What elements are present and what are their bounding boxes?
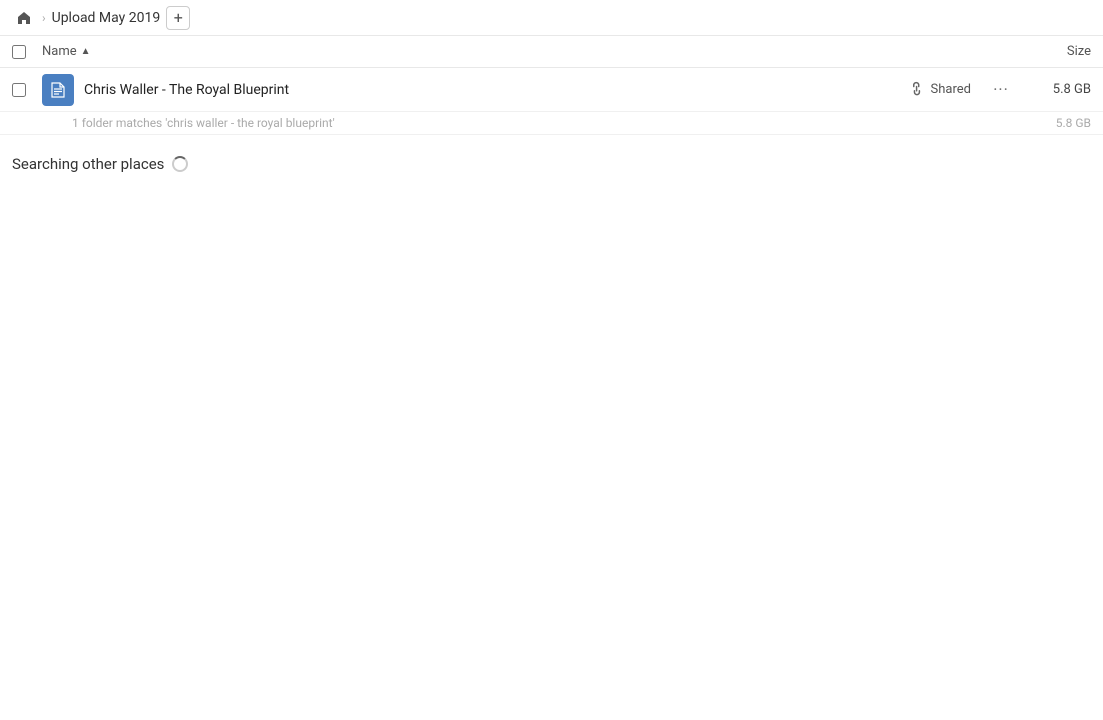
match-hint-row: 1 folder matches 'chris waller - the roy… (0, 112, 1103, 135)
searching-other-places-row: Searching other places (0, 135, 1103, 183)
add-button[interactable]: + (166, 6, 190, 30)
shared-area: Shared (911, 81, 971, 99)
name-column-header[interactable]: Name ▲ (42, 44, 1011, 59)
select-all-checkbox[interactable] (12, 45, 26, 59)
sort-arrow-icon: ▲ (81, 46, 91, 57)
size-column-header[interactable]: Size (1011, 44, 1091, 59)
file-size: 5.8 GB (1031, 82, 1091, 97)
match-hint-text: 1 folder matches 'chris waller - the roy… (72, 116, 1031, 130)
select-all-checkbox-col[interactable] (12, 45, 42, 59)
file-checkbox-col[interactable] (12, 83, 42, 97)
more-options-button[interactable]: ··· (987, 76, 1015, 104)
breadcrumb-bar: › Upload May 2019 + (0, 0, 1103, 36)
file-icon (42, 74, 74, 106)
name-column-label: Name (42, 44, 77, 59)
breadcrumb-separator: › (42, 11, 46, 25)
shared-label: Shared (931, 82, 971, 97)
size-column-label: Size (1067, 44, 1091, 59)
file-row[interactable]: Chris Waller - The Royal Blueprint Share… (0, 68, 1103, 112)
match-hint-size: 5.8 GB (1031, 116, 1091, 130)
loading-spinner (172, 156, 188, 172)
column-headers: Name ▲ Size (0, 36, 1103, 68)
link-icon (906, 78, 929, 101)
file-name: Chris Waller - The Royal Blueprint (84, 82, 911, 98)
breadcrumb-label[interactable]: Upload May 2019 (52, 10, 161, 26)
searching-other-places-text: Searching other places (12, 155, 164, 173)
file-checkbox[interactable] (12, 83, 26, 97)
home-button[interactable] (12, 6, 36, 30)
